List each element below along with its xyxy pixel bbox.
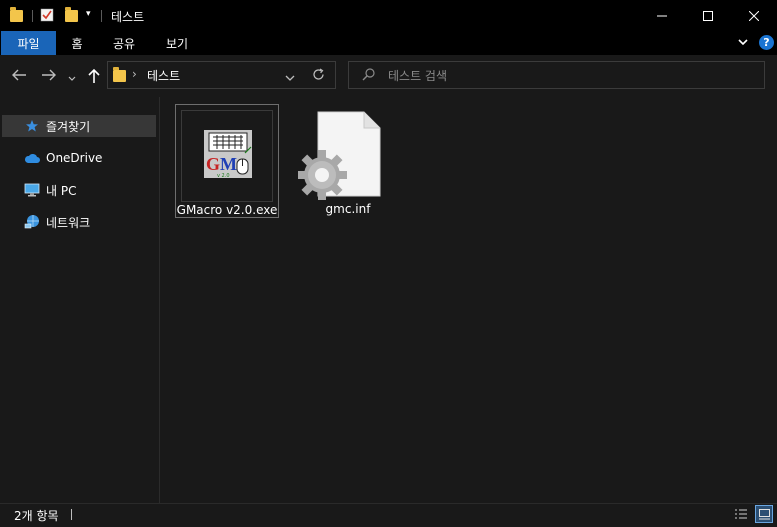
star-icon — [24, 118, 40, 134]
large-icons-view-button[interactable] — [755, 505, 773, 523]
sidebar-item-label: 네트워크 — [46, 215, 91, 230]
details-view-button[interactable] — [733, 506, 749, 522]
tab-share[interactable]: 공유 — [102, 31, 146, 55]
arrow-up-icon — [88, 68, 100, 83]
cloud-icon — [24, 150, 40, 166]
chevron-down-icon — [68, 76, 76, 81]
close-button[interactable] — [731, 0, 777, 31]
sidebar-item-network[interactable]: 네트워크 — [2, 211, 156, 233]
refresh-icon — [313, 68, 324, 80]
expand-ribbon-button[interactable] — [737, 36, 749, 51]
search-placeholder: 테스트 검색 — [388, 69, 448, 83]
divider — [32, 10, 33, 22]
folder-icon — [113, 67, 126, 82]
file-item-gmacro[interactable]: G M v 2.0 GMacro v2.0.exe — [175, 104, 279, 218]
file-item-gmc-inf[interactable]: gmc.inf — [296, 104, 400, 218]
sidebar-item-quick-access[interactable]: 즐겨찾기 — [2, 115, 156, 137]
file-name: GMacro v2.0.exe — [176, 203, 278, 217]
folder-icon — [10, 7, 23, 22]
maximize-icon — [703, 10, 713, 21]
svg-text:G: G — [206, 154, 220, 174]
chevron-down-icon — [285, 75, 295, 81]
details-view-icon — [735, 509, 747, 519]
sidebar-item-onedrive[interactable]: OneDrive — [2, 147, 156, 169]
recent-locations-button[interactable] — [68, 71, 76, 85]
properties-icon[interactable] — [40, 8, 54, 22]
svg-text:M: M — [220, 154, 237, 174]
minimize-icon — [657, 15, 667, 16]
item-count: 2개 항목 — [14, 509, 59, 523]
new-folder-icon[interactable] — [65, 7, 78, 22]
file-name: gmc.inf — [325, 202, 371, 216]
breadcrumb-separator: › — [132, 67, 137, 81]
arrow-right-icon — [42, 69, 56, 81]
address-bar[interactable] — [107, 61, 336, 89]
breadcrumb-current[interactable]: 테스트 — [147, 67, 180, 84]
sidebar-item-label: 즐겨찾기 — [46, 119, 91, 134]
sidebar-item-label: OneDrive — [46, 151, 103, 165]
refresh-button[interactable] — [312, 68, 325, 84]
chevron-down-icon — [738, 39, 748, 46]
forward-button[interactable] — [41, 68, 57, 85]
gmacro-app-icon: G M v 2.0 — [203, 129, 253, 179]
sidebar-item-this-pc[interactable]: 내 PC — [2, 179, 156, 201]
back-button[interactable] — [11, 68, 27, 85]
computer-icon — [24, 182, 40, 198]
up-button[interactable] — [87, 68, 101, 87]
maximize-button[interactable] — [685, 0, 731, 31]
sidebar-item-label: 내 PC — [46, 183, 77, 198]
divider — [71, 509, 72, 520]
customize-quick-access-icon[interactable]: ▾ — [86, 9, 91, 19]
close-icon — [749, 10, 759, 21]
settings-file-icon — [297, 110, 382, 202]
address-dropdown-button[interactable] — [285, 71, 295, 85]
minimize-button[interactable] — [639, 0, 685, 31]
svg-text:v 2.0: v 2.0 — [217, 173, 230, 179]
tab-view[interactable]: 보기 — [156, 31, 198, 55]
window-title: 테스트 — [111, 10, 145, 24]
tab-file[interactable]: 파일 — [1, 31, 56, 55]
search-icon — [362, 68, 375, 84]
large-icons-view-icon — [758, 508, 770, 519]
network-icon — [24, 214, 40, 230]
status-bar — [0, 503, 777, 527]
tab-home[interactable]: 홈 — [58, 31, 96, 55]
divider — [101, 10, 102, 22]
help-icon[interactable]: ? — [759, 35, 774, 50]
arrow-left-icon — [12, 69, 26, 81]
